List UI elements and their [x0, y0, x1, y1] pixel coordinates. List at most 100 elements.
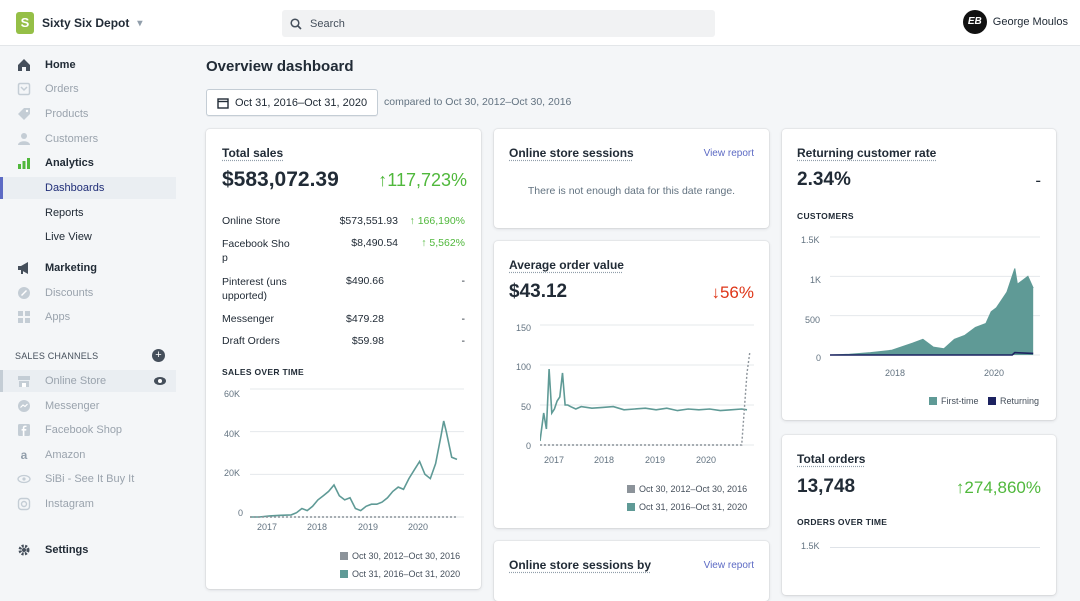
breakdown-change: -	[462, 313, 466, 325]
x-tick: 2020	[408, 522, 428, 532]
bar-chart-icon	[17, 156, 31, 170]
legend-item: Oct 30, 2012–Oct 30, 2016	[627, 484, 747, 494]
breakdown-amount: $490.66	[316, 275, 384, 287]
sidebar-item-facebook-shop[interactable]: Facebook Shop	[0, 419, 176, 441]
amazon-icon: a	[17, 448, 31, 462]
returning-title[interactable]: Returning customer rate	[797, 146, 936, 160]
breakdown-change: ↑ 166,190%	[410, 215, 465, 227]
date-range-button[interactable]: Oct 31, 2016–Oct 31, 2020	[206, 89, 378, 116]
breakdown-name[interactable]: Draft Orders	[222, 335, 280, 347]
x-tick: 2018	[594, 455, 614, 465]
orders-icon	[17, 82, 31, 96]
legend-item: Oct 31, 2016–Oct 31, 2020	[340, 569, 460, 579]
breakdown-change: -	[462, 335, 466, 347]
total-sales-value: $583,072.39	[222, 168, 339, 192]
y-tick: 60K	[224, 389, 240, 399]
customers-label: CUSTOMERS	[797, 211, 854, 221]
returning-customer-rate-card: Returning customer rate 2.34% - CUSTOMER…	[782, 129, 1056, 420]
sidebar-item-amazon[interactable]: a Amazon	[0, 444, 176, 466]
sidebar-item-marketing[interactable]: Marketing	[0, 257, 176, 279]
gridline	[830, 547, 1040, 548]
user-menu[interactable]: EB George Moulos	[963, 10, 1068, 34]
series-line-current	[250, 421, 457, 517]
sessions-by-title[interactable]: Online store sessions by	[509, 558, 651, 572]
eye-icon	[17, 472, 31, 486]
store-switcher[interactable]: S Sixty Six Depot ▾	[16, 12, 142, 34]
calendar-icon	[217, 97, 229, 109]
total-orders-card: Total orders 13,748 ↑274,860% ORDERS OVE…	[782, 435, 1056, 595]
x-tick: 2019	[645, 455, 665, 465]
y-tick: 50	[521, 402, 531, 412]
sales-over-time-chart	[250, 385, 464, 521]
breakdown-change: -	[462, 275, 466, 287]
search-input[interactable]: Search	[282, 10, 715, 37]
y-tick: 100	[516, 362, 531, 372]
avatar: EB	[963, 10, 987, 34]
series-area-first-time	[830, 269, 1033, 356]
chevron-down-icon: ▾	[137, 18, 142, 29]
add-channel-icon[interactable]: +	[152, 349, 165, 362]
x-tick: 2019	[358, 522, 378, 532]
average-order-value-card: Average order value $43.12 ↓56% 150 100 …	[494, 241, 769, 528]
returning-change: -	[1035, 171, 1041, 191]
breakdown-amount: $59.98	[316, 335, 384, 347]
store-name: Sixty Six Depot	[42, 16, 129, 30]
sidebar-item-sibi[interactable]: SiBi - See It Buy It	[0, 468, 176, 490]
aov-title[interactable]: Average order value	[509, 258, 624, 272]
sidebar-item-customers[interactable]: Customers	[0, 128, 176, 150]
y-tick: 0	[238, 508, 243, 518]
y-tick: 0	[526, 441, 531, 451]
sales-channels-heading: SALES CHANNELS	[15, 351, 98, 361]
sidebar-item-orders[interactable]: Orders	[0, 78, 176, 100]
breakdown-name[interactable]: Facebook Sho p	[222, 237, 298, 265]
sidebar-item-dashboards[interactable]: Dashboards	[0, 177, 176, 199]
x-tick: 2020	[696, 455, 716, 465]
y-tick: 20K	[224, 468, 240, 478]
online-store-sessions-card: Online store sessions View report There …	[494, 129, 769, 228]
sidebar-item-discounts[interactable]: Discounts	[0, 282, 176, 304]
breakdown-amount: $573,551.93	[316, 215, 398, 227]
legend-swatch	[988, 397, 996, 405]
user-name: George Moulos	[993, 16, 1068, 28]
sidebar-item-live-view[interactable]: Live View	[0, 226, 176, 248]
sidebar-item-analytics[interactable]: Analytics	[0, 152, 176, 174]
shopify-logo-icon: S	[16, 12, 34, 34]
compare-text: compared to Oct 30, 2012–Oct 30, 2016	[384, 96, 571, 108]
total-sales-change: ↑117,723%	[378, 170, 467, 191]
eye-icon[interactable]	[153, 374, 167, 391]
sessions-title[interactable]: Online store sessions	[509, 146, 634, 160]
total-orders-title[interactable]: Total orders	[797, 452, 865, 466]
apps-icon	[17, 310, 31, 324]
sidebar-item-online-store[interactable]: Online Store	[0, 370, 176, 392]
date-range-label: Oct 31, 2016–Oct 31, 2020	[235, 97, 367, 109]
x-tick: 2017	[257, 522, 277, 532]
legend-swatch	[627, 503, 635, 511]
x-tick: 2020	[984, 368, 1004, 378]
sidebar-item-products[interactable]: Products	[0, 103, 176, 125]
series-line-previous	[540, 353, 750, 445]
empty-state-message: There is not enough data for this date r…	[494, 185, 769, 197]
breakdown-name[interactable]: Messenger	[222, 313, 274, 325]
y-tick: 1.5K	[801, 541, 820, 551]
view-report-link[interactable]: View report	[704, 560, 754, 571]
sidebar-item-messenger[interactable]: Messenger	[0, 395, 176, 417]
aov-value: $43.12	[509, 281, 567, 303]
gear-icon	[17, 543, 31, 557]
sidebar-item-apps[interactable]: Apps	[0, 306, 176, 328]
discount-icon	[17, 286, 31, 300]
y-tick: 1.5K	[801, 235, 820, 245]
sidebar-item-settings[interactable]: Settings	[0, 539, 176, 561]
sidebar-item-home[interactable]: Home	[0, 54, 176, 76]
tag-icon	[17, 107, 31, 121]
sidebar-item-instagram[interactable]: Instagram	[0, 493, 176, 515]
breakdown-name[interactable]: Online Store	[222, 215, 280, 227]
sidebar-item-reports[interactable]: Reports	[0, 202, 176, 224]
view-report-link[interactable]: View report	[704, 148, 754, 159]
customers-chart	[830, 233, 1040, 359]
breakdown-name[interactable]: Pinterest (uns upported)	[222, 275, 298, 303]
sales-over-time-label: SALES OVER TIME	[222, 367, 304, 377]
legend-swatch	[929, 397, 937, 405]
x-tick: 2018	[307, 522, 327, 532]
total-sales-title[interactable]: Total sales	[222, 146, 283, 160]
home-icon	[17, 58, 31, 72]
